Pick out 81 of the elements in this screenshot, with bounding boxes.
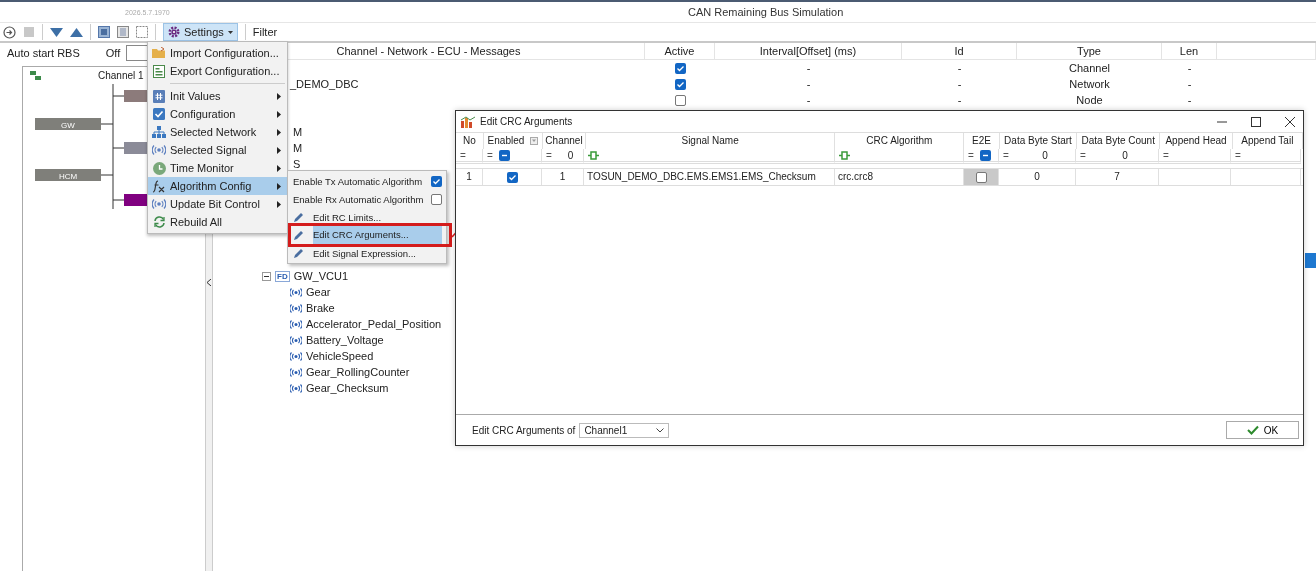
message-badge: FD (275, 270, 290, 282)
table-cell-text: - (1186, 93, 1193, 108)
tree-item[interactable]: GW_VCU1 (293, 268, 349, 284)
table-cell-text: - (956, 61, 963, 76)
tree-item[interactable]: Gear_Checksum (306, 380, 389, 396)
menu-item[interactable]: Selected Network (148, 123, 287, 141)
column-header[interactable]: Interval[Offset] (ms) (715, 43, 902, 59)
table-cell: 1 (456, 169, 483, 185)
filter-value[interactable]: 0 (1014, 149, 1075, 161)
tree-item[interactable]: S (293, 156, 301, 172)
menu-item[interactable]: Rebuild All (148, 213, 287, 231)
menu-item[interactable]: Enable Tx Automatic Algorithm (288, 172, 446, 190)
column-header[interactable]: Data Byte Start (999, 133, 1078, 149)
auto-start-label: Auto start RBS (7, 47, 80, 59)
filter-operator[interactable]: = (968, 149, 974, 161)
table-cell-text: - (1186, 77, 1193, 92)
node-block[interactable]: HCM (35, 169, 101, 181)
table-cell-text: - (956, 77, 963, 92)
table-cell: 0 (999, 169, 1076, 185)
filter-operator[interactable]: = (487, 149, 493, 161)
filter-value[interactable]: 0 (557, 149, 583, 161)
column-header[interactable]: No (456, 133, 484, 149)
tree-item[interactable]: Gear (306, 284, 331, 300)
column-header[interactable]: Data Byte Count (1077, 133, 1161, 149)
column-header[interactable]: Signal Name (585, 133, 836, 149)
tree-item[interactable]: VehicleSpeed (306, 348, 374, 364)
tree-item[interactable]: M (293, 124, 303, 140)
channel-select-label: Edit CRC Arguments of (472, 424, 576, 436)
table-cell: TOSUN_DEMO_DBC.EMS.EMS1.EMS_Checksum (584, 169, 835, 185)
ok-button[interactable]: OK (1226, 421, 1299, 439)
table-cell-text: - (1186, 61, 1193, 76)
filter-operator[interactable]: = (1080, 149, 1086, 161)
column-header[interactable]: Type (1017, 43, 1162, 59)
settings-button[interactable]: Settings (163, 23, 238, 41)
menu-item[interactable]: Configuration (148, 105, 287, 123)
tree-item[interactable]: _DEMO_DBC (290, 76, 359, 92)
tree-item[interactable]: Accelerator_Pedal_Position (306, 316, 442, 332)
table-cell-text: - (805, 61, 812, 76)
table-cell-text: Channel (1068, 61, 1111, 76)
menu-item[interactable]: Time Monitor (148, 159, 287, 177)
column-header[interactable]: E2E (964, 133, 1000, 149)
table-cell: 7 (1076, 169, 1159, 185)
menu-item[interactable]: Edit Signal Expression... (288, 244, 446, 262)
state-label: Off (105, 47, 121, 59)
window-title: CAN Remaining Bus Simulation (688, 6, 844, 18)
menu-item[interactable]: Export Configuration... (148, 62, 287, 80)
table-cell: 1 (542, 169, 584, 185)
filter-operator[interactable]: = (1003, 149, 1009, 161)
menu-item[interactable]: Update Bit Control (148, 195, 287, 213)
filter-operator[interactable]: = (1163, 149, 1169, 161)
tree-item[interactable]: Battery_Voltage (306, 332, 384, 348)
column-header[interactable]: Append Tail (1232, 133, 1303, 149)
dialog-title: Edit CRC Arguments (480, 116, 574, 127)
table-cell-text: - (956, 93, 963, 108)
filter-operator[interactable]: = (1235, 149, 1241, 161)
menu-item[interactable]: Init Values (148, 87, 287, 105)
column-header[interactable]: Append Head (1160, 133, 1233, 149)
column-header[interactable]: CRC Algorithm (835, 133, 965, 149)
column-header[interactable]: Enabled (483, 133, 544, 149)
tree-item[interactable]: Gear_RollingCounter (306, 364, 410, 380)
filter-label[interactable]: Filter (252, 26, 278, 38)
tree-item[interactable]: Brake (306, 300, 335, 316)
channel-label: Channel 1 (98, 70, 144, 81)
menu-item[interactable]: Enable Rx Automatic Algorithm (288, 190, 446, 208)
tree-item[interactable]: M (293, 140, 303, 156)
node-block[interactable]: GW (35, 118, 101, 130)
table-cell-text: - (805, 93, 812, 108)
table-cell-text: Node (1075, 93, 1104, 108)
column-header[interactable]: Len (1162, 43, 1217, 59)
filter-operator[interactable]: = (546, 149, 552, 161)
table-cell-text: Network (1068, 77, 1111, 92)
filter-operator[interactable]: = (460, 149, 466, 161)
menu-item[interactable]: Edit RC Limits... (288, 208, 446, 226)
menu-item[interactable]: Selected Signal (148, 141, 287, 159)
menu-item[interactable]: Algorithm Config (148, 177, 287, 195)
channel-dropdown[interactable]: Channel1 (579, 422, 670, 438)
filter-value[interactable]: 0 (1091, 149, 1158, 161)
column-header[interactable]: Active (645, 43, 715, 59)
table-cell-text: - (805, 77, 812, 92)
column-header[interactable]: Id (902, 43, 1017, 59)
column-header[interactable]: Channel (543, 133, 586, 149)
